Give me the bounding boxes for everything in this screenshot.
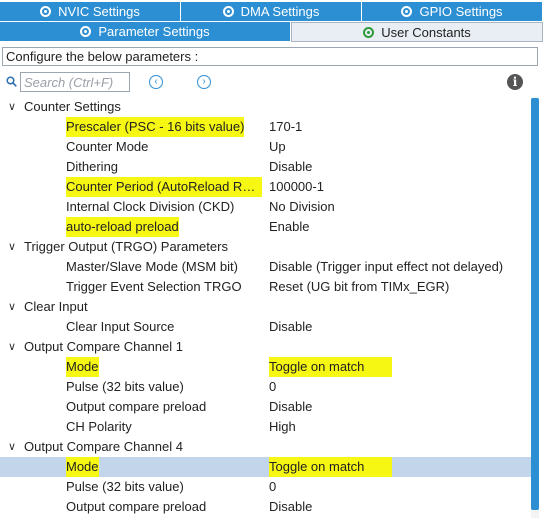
parameter-name: auto-reload preload bbox=[66, 217, 179, 237]
parameter-name: Trigger Event Selection TRGO bbox=[66, 279, 242, 294]
parameter-name: Mode bbox=[66, 457, 99, 477]
tab-parameter-settings[interactable]: Parameter Settings bbox=[0, 22, 291, 42]
parameter-name: Mode bbox=[66, 357, 99, 377]
tab-label: GPIO Settings bbox=[419, 4, 503, 19]
parameter-row[interactable]: Master/Slave Mode (MSM bit) Disable (Trig… bbox=[0, 257, 531, 277]
parameter-name: Clear Input Source bbox=[66, 319, 175, 334]
parameter-row[interactable]: Mode Toggle on match bbox=[0, 457, 531, 477]
chevron-down-icon[interactable]: ∨ bbox=[6, 437, 18, 457]
parameter-value[interactable]: Toggle on match bbox=[269, 357, 393, 377]
parameter-name: Pulse (32 bits value) bbox=[66, 479, 184, 494]
parameter-row[interactable]: CH Polarity High bbox=[0, 417, 531, 437]
gear-icon bbox=[40, 6, 52, 17]
parameter-value[interactable]: 100000-1 bbox=[269, 177, 324, 197]
tree-group-label: Clear Input bbox=[24, 299, 88, 314]
chevron-down-icon[interactable]: ∨ bbox=[6, 237, 18, 257]
tab-label: NVIC Settings bbox=[58, 4, 140, 19]
parameter-value[interactable]: Up bbox=[269, 137, 286, 157]
tab-nvic-settings[interactable]: NVIC Settings bbox=[0, 2, 181, 22]
parameter-name: CH Polarity bbox=[66, 419, 132, 434]
tab-label: DMA Settings bbox=[240, 4, 320, 19]
tab-row-top: NVIC Settings DMA Settings GPIO Settings bbox=[0, 2, 543, 22]
info-text: Configure the below parameters : bbox=[2, 47, 538, 66]
chevron-down-icon[interactable]: ∨ bbox=[6, 97, 18, 117]
tree-group[interactable]: ∨ Trigger Output (TRGO) Parameters bbox=[0, 237, 531, 257]
gear-icon bbox=[401, 6, 413, 17]
search-icon bbox=[6, 76, 17, 87]
parameter-row[interactable]: Dithering Disable bbox=[0, 157, 531, 177]
parameter-value[interactable]: 170-1 bbox=[269, 117, 302, 137]
parameter-row[interactable]: Counter Period (AutoReload Register - 16… bbox=[0, 177, 531, 197]
parameter-row[interactable]: Prescaler (PSC - 16 bits value) 170-1 bbox=[0, 117, 531, 137]
parameter-row[interactable]: Output compare preload Disable bbox=[0, 397, 531, 417]
tree-group[interactable]: ∨ Output Compare Channel 1 bbox=[0, 337, 531, 357]
parameter-value[interactable]: 0 bbox=[269, 477, 276, 497]
parameter-value[interactable]: High bbox=[269, 417, 296, 437]
search-next-icon[interactable]: › bbox=[197, 75, 211, 89]
tree-group[interactable]: ∨ Clear Input bbox=[0, 297, 531, 317]
parameter-name: Pulse (32 bits value) bbox=[66, 379, 184, 394]
parameter-tree: ∨ Counter Settings Prescaler (PSC - 16 bit… bbox=[0, 97, 531, 518]
tab-label: Parameter Settings bbox=[98, 24, 210, 39]
parameter-row[interactable]: Internal Clock Division (CKD) No Division bbox=[0, 197, 531, 217]
parameter-name: Output compare preload bbox=[66, 399, 207, 414]
tab-row-bottom: Parameter Settings User Constants bbox=[0, 22, 543, 42]
parameter-value[interactable]: Disable bbox=[269, 397, 312, 417]
parameter-row[interactable]: auto-reload preload Enable bbox=[0, 217, 531, 237]
search-previous-icon[interactable]: ‹ bbox=[149, 75, 163, 89]
gear-icon bbox=[363, 26, 375, 38]
tab-gpio-settings[interactable]: GPIO Settings bbox=[362, 2, 543, 22]
parameter-name: Counter Period (AutoReload Register - 16… bbox=[66, 177, 262, 197]
tree-group-label: Output Compare Channel 1 bbox=[24, 339, 183, 354]
search-input[interactable] bbox=[20, 72, 130, 92]
parameter-value[interactable]: Disable bbox=[269, 497, 312, 517]
scrollbar-thumb[interactable] bbox=[531, 98, 539, 510]
parameter-name: Dithering bbox=[66, 159, 119, 174]
tree-group[interactable]: ∨ Output Compare Channel 4 bbox=[0, 437, 531, 457]
parameter-value[interactable]: Disable (Trigger input effect not delaye… bbox=[269, 257, 503, 277]
tree-group-label: Output Compare Channel 4 bbox=[24, 439, 183, 454]
parameter-row[interactable]: Output compare preload Disable bbox=[0, 497, 531, 517]
gear-icon bbox=[222, 6, 234, 17]
parameter-row[interactable]: Pulse (32 bits value) 0 bbox=[0, 377, 531, 397]
parameter-row[interactable]: Mode Toggle on match bbox=[0, 357, 531, 377]
chevron-down-icon[interactable]: ∨ bbox=[6, 337, 18, 357]
tree-group[interactable]: ∨ Counter Settings bbox=[0, 97, 531, 117]
parameter-name: Prescaler (PSC - 16 bits value) bbox=[66, 117, 245, 137]
parameter-value[interactable]: No Division bbox=[269, 197, 335, 217]
parameter-value[interactable]: Toggle on match bbox=[269, 457, 393, 477]
info-icon[interactable]: i bbox=[507, 74, 523, 90]
parameter-value[interactable]: Reset (UG bit from TIMx_EGR) bbox=[269, 277, 449, 297]
parameter-row[interactable]: Counter Mode Up bbox=[0, 137, 531, 157]
parameter-row[interactable]: Clear Input Source Disable bbox=[0, 317, 531, 337]
parameter-value[interactable]: Disable bbox=[269, 317, 312, 337]
tree-group-label: Counter Settings bbox=[24, 99, 121, 114]
tab-label: User Constants bbox=[381, 24, 471, 40]
parameter-row[interactable]: Trigger Event Selection TRGO Reset (UG bi… bbox=[0, 277, 531, 297]
parameter-name: Counter Mode bbox=[66, 139, 149, 154]
chevron-down-icon[interactable]: ∨ bbox=[6, 297, 18, 317]
gear-icon bbox=[80, 26, 92, 37]
search-toolbar: ‹ › i bbox=[0, 71, 543, 95]
parameter-row[interactable]: Pulse (32 bits value) 0 bbox=[0, 477, 531, 497]
tree-group-label: Trigger Output (TRGO) Parameters bbox=[24, 239, 228, 254]
parameter-name: Output compare preload bbox=[66, 499, 207, 514]
parameter-value[interactable]: Disable bbox=[269, 157, 312, 177]
tab-user-constants[interactable]: User Constants bbox=[291, 22, 543, 42]
parameter-value[interactable]: 0 bbox=[269, 377, 276, 397]
parameter-name: Internal Clock Division (CKD) bbox=[66, 199, 235, 214]
parameter-value[interactable]: Enable bbox=[269, 217, 309, 237]
parameter-name: Master/Slave Mode (MSM bit) bbox=[66, 259, 238, 274]
tab-dma-settings[interactable]: DMA Settings bbox=[181, 2, 362, 22]
